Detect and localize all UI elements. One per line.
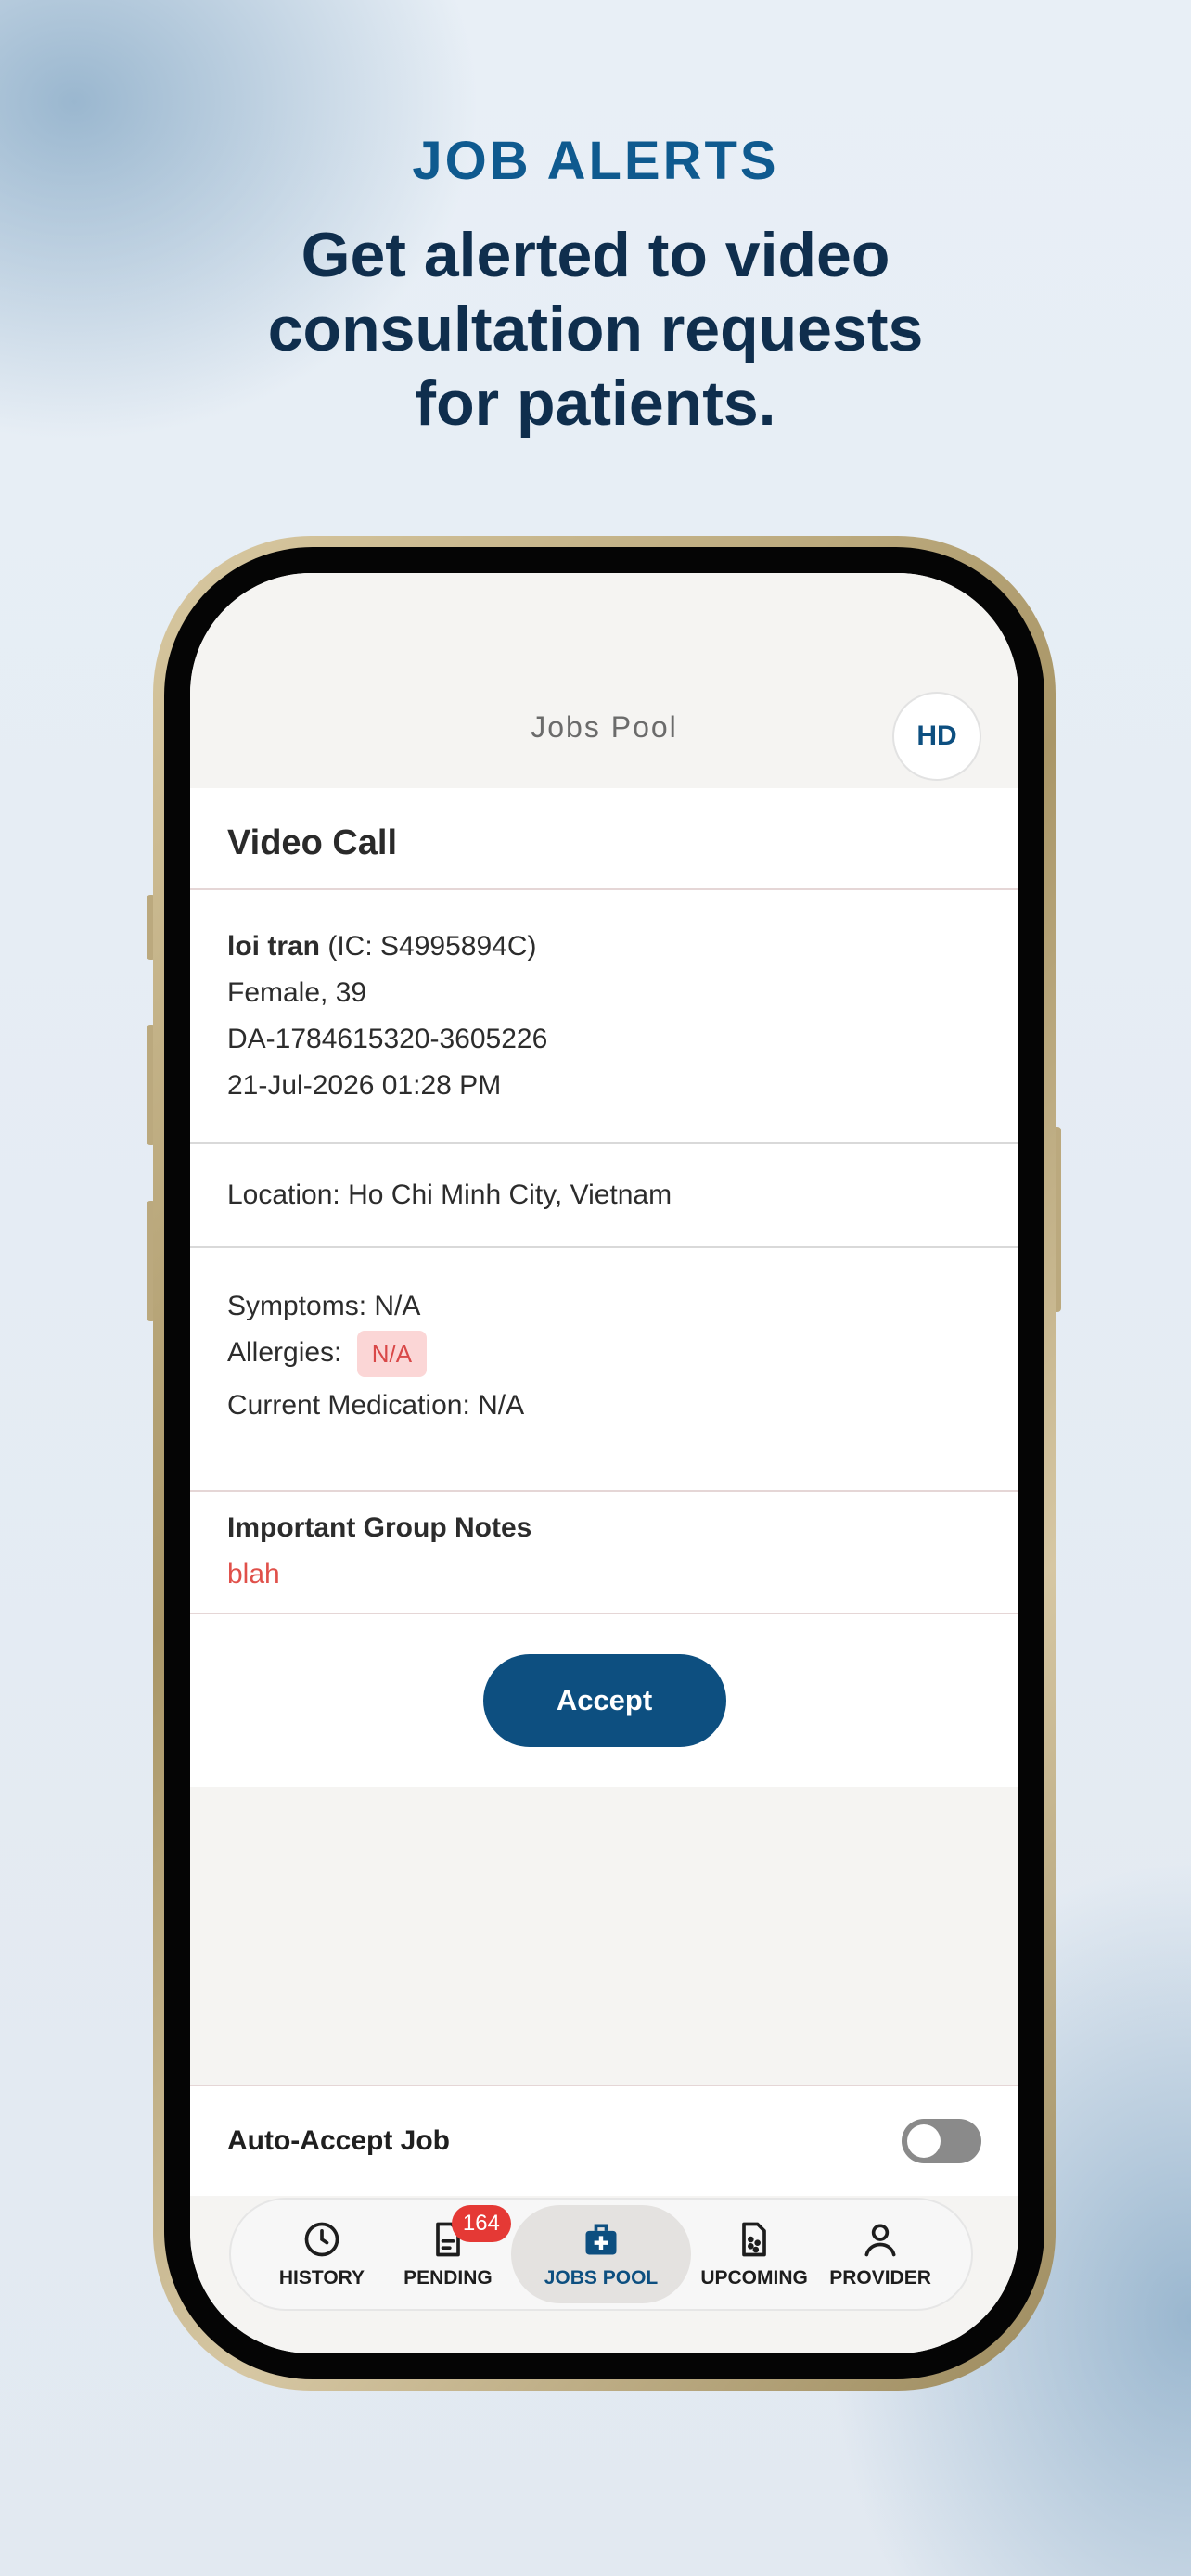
patient-gender-age: Female, 39	[227, 977, 367, 1008]
auto-accept-row: Auto-Accept Job	[190, 2085, 1018, 2196]
medication-text: Current Medication: N/A	[227, 1390, 525, 1422]
tab-label: UPCOMING	[700, 2267, 808, 2289]
tab-label: PENDING	[403, 2267, 493, 2289]
tab-jobs-pool[interactable]: JOBS POOL	[510, 2205, 692, 2303]
job-datetime: 21-Jul-2026 01:28 PM	[227, 1070, 502, 1101]
medical-bag-icon	[585, 2224, 617, 2255]
clock-icon	[304, 2222, 339, 2257]
patient-info: loi tran (IC: S4995894C) Female, 39 DA-1…	[190, 890, 1018, 1144]
dotted-document-icon	[742, 2222, 766, 2257]
phone-bezel: Jobs Pool HD Video Call loi tran (IC: S4…	[164, 547, 1044, 2379]
pending-count-badge: 164	[451, 2205, 511, 2242]
location-section: Location: Ho Chi Minh City, Vietnam	[190, 1144, 1018, 1248]
app-screen: Jobs Pool HD Video Call loi tran (IC: S4…	[190, 573, 1018, 2353]
notes-body: blah	[227, 1559, 280, 1590]
tab-history[interactable]: HISTORY	[259, 2203, 385, 2305]
promo-title: Get alerted to video consultation reques…	[267, 220, 924, 439]
auto-accept-toggle[interactable]	[902, 2119, 981, 2163]
auto-accept-label: Auto-Accept Job	[227, 2125, 450, 2156]
allergies-line: Allergies: N/A	[227, 1330, 981, 1378]
patient-name: loi tran	[227, 931, 321, 962]
toggle-knob	[907, 2124, 941, 2158]
avatar[interactable]: HD	[892, 692, 981, 781]
app-header: Jobs Pool HD	[190, 573, 1018, 788]
patient-line: loi tran (IC: S4995894C)	[227, 924, 981, 970]
tab-label: JOBS POOL	[544, 2267, 659, 2289]
accept-button[interactable]: Accept	[482, 1654, 726, 1748]
medical-section: Symptoms: N/A Allergies: N/A Current Med…	[190, 1248, 1018, 1493]
location-text: Location: Ho Chi Minh City, Vietnam	[227, 1180, 672, 1210]
patient-ic: (IC: S4995894C)	[327, 931, 537, 962]
notes-title: Important Group Notes	[227, 1512, 532, 1544]
accept-area: Accept	[190, 1614, 1018, 1787]
bottom-tab-bar: HISTORY PENDING 164 JOBS POOL UPCOMING P…	[229, 2198, 973, 2311]
job-card: Video Call loi tran (IC: S4995894C) Fema…	[190, 788, 1018, 1788]
promo-kicker: JOB ALERTS	[412, 131, 779, 191]
phone-frame: Jobs Pool HD Video Call loi tran (IC: S4…	[153, 536, 1056, 2391]
tab-upcoming[interactable]: UPCOMING	[691, 2203, 817, 2305]
allergies-badge: N/A	[356, 1331, 428, 1378]
job-id: DA-1784615320-3605226	[227, 1024, 548, 1054]
tab-label: HISTORY	[278, 2267, 365, 2289]
person-icon	[864, 2224, 896, 2257]
promo-header: JOB ALERTS Get alerted to video consulta…	[0, 130, 1191, 440]
allergies-label: Allergies:	[227, 1337, 342, 1368]
symptoms-text: Symptoms: N/A	[227, 1291, 421, 1321]
tab-label: PROVIDER	[829, 2267, 931, 2289]
tab-pending[interactable]: PENDING 164	[385, 2203, 511, 2305]
tab-provider[interactable]: PROVIDER	[817, 2203, 943, 2305]
group-notes: Important Group Notes blah	[190, 1492, 1018, 1615]
job-type-title: Video Call	[190, 788, 1018, 890]
